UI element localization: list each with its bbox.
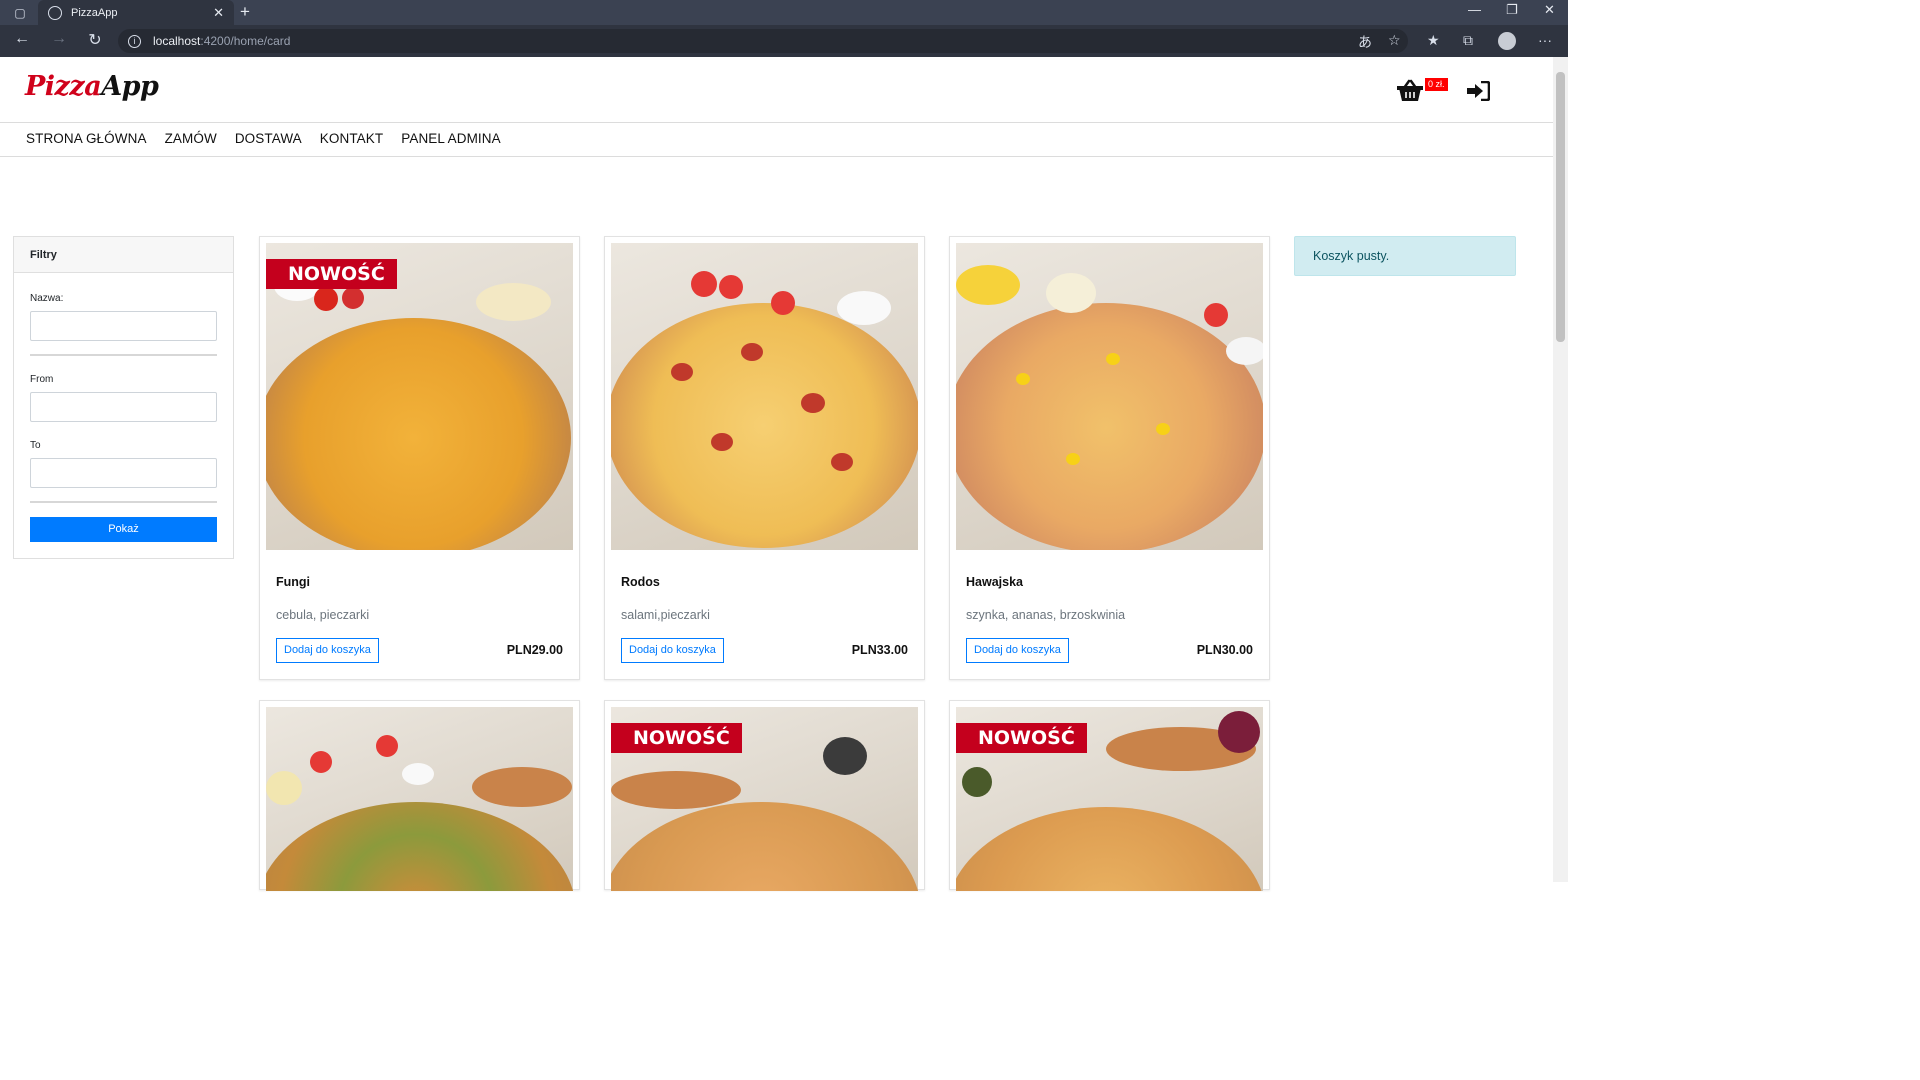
nav-item-contact[interactable]: KONTAKT [320, 131, 383, 146]
logo-part-1: Pizza [25, 71, 102, 102]
product-name: Fungi [276, 575, 311, 589]
add-to-cart-button[interactable]: Dodaj do koszyka [966, 638, 1069, 663]
site-info-icon[interactable]: i [128, 34, 141, 48]
sign-in-icon[interactable] [1466, 81, 1490, 101]
nav-item-admin[interactable]: PANEL ADMINA [401, 131, 500, 146]
collections-icon[interactable]: ⧉ [1463, 32, 1473, 49]
nav-item-delivery[interactable]: DOSTAWA [235, 131, 302, 146]
page-favicon-icon [48, 5, 62, 20]
more-menu-icon[interactable]: ··· [1538, 32, 1552, 48]
scrollbar-thumb[interactable] [1556, 72, 1565, 342]
restore-icon[interactable]: ❐ [1506, 2, 1518, 18]
logo-part-2: App [101, 71, 159, 102]
cart-empty-alert: Koszyk pusty. [1294, 236, 1516, 276]
product-card [259, 700, 580, 891]
product-price: PLN30.00 [1196, 643, 1253, 657]
cart-total-badge: 0 zł. [1425, 78, 1448, 91]
price-from-input[interactable] [30, 392, 217, 422]
product-price: PLN33.00 [851, 643, 908, 657]
product-card-fungi: NOWOŚĆ Fungi cebula, pieczarki Dodaj do … [259, 236, 580, 680]
product-name: Rodos [621, 575, 660, 589]
show-button[interactable]: Pokaż [30, 517, 217, 542]
to-label: To [30, 440, 41, 451]
url-field[interactable]: i localhost:4200/home/card [118, 29, 1408, 53]
close-window-icon[interactable]: ✕ [1544, 2, 1555, 18]
pizza-image [266, 707, 573, 891]
product-description: salami,pieczarki [621, 608, 710, 622]
filters-title: Filtry [14, 237, 233, 273]
product-card: NOWOŚĆ [604, 700, 925, 891]
add-to-cart-button[interactable]: Dodaj do koszyka [276, 638, 379, 663]
browser-tab-bar: ▢ PizzaApp ✕ + — ❐ ✕ [0, 0, 1568, 25]
reload-icon[interactable]: ↻ [84, 30, 106, 50]
from-label: From [30, 374, 54, 385]
pizza-image: NOWOŚĆ [956, 707, 1263, 891]
basket-icon[interactable] [1397, 79, 1423, 103]
nav-divider [0, 156, 1553, 157]
tab-title: PizzaApp [71, 6, 118, 19]
read-aloud-icon[interactable]: あ [1358, 32, 1372, 52]
name-input[interactable] [30, 311, 217, 341]
name-label: Nazwa: [30, 293, 64, 304]
pizza-image: NOWOŚĆ [266, 243, 573, 550]
forward-icon[interactable]: → [48, 30, 70, 48]
nav-item-home[interactable]: STRONA GŁÓWNA [26, 131, 147, 146]
tab-close-icon[interactable]: ✕ [213, 5, 224, 21]
nav-item-order[interactable]: ZAMÓW [165, 131, 217, 146]
add-to-cart-button[interactable]: Dodaj do koszyka [621, 638, 724, 663]
price-to-input[interactable] [30, 458, 217, 488]
pizza-image: NOWOŚĆ [611, 707, 918, 891]
header-divider [0, 122, 1553, 123]
main-nav: STRONA GŁÓWNA ZAMÓW DOSTAWA KONTAKT PANE… [26, 131, 501, 146]
profile-avatar[interactable] [1498, 32, 1516, 50]
favorite-add-icon[interactable]: ☆ [1388, 32, 1401, 49]
new-badge: NOWOŚĆ [611, 723, 742, 753]
product-price: PLN29.00 [506, 643, 563, 657]
filter-separator [30, 354, 217, 356]
product-card: NOWOŚĆ [949, 700, 1270, 891]
product-name: Hawajska [966, 575, 1023, 589]
minimize-icon[interactable]: — [1468, 2, 1481, 17]
product-card-hawajska: Hawajska szynka, ananas, brzoskwinia Dod… [949, 236, 1270, 680]
pizza-image [611, 243, 918, 550]
filter-separator [30, 501, 217, 503]
pizza-image [956, 243, 1263, 550]
app-logo[interactable]: PizzaApp [25, 71, 159, 102]
url-host: localhost [153, 34, 201, 48]
new-badge: NOWOŚĆ [266, 259, 397, 289]
product-description: szynka, ananas, brzoskwinia [966, 608, 1126, 622]
new-badge: NOWOŚĆ [956, 723, 1087, 753]
favorites-icon[interactable]: ★ [1427, 32, 1440, 49]
product-card-rodos: Rodos salami,pieczarki Dodaj do koszyka … [604, 236, 925, 680]
browser-tab[interactable]: PizzaApp ✕ [38, 0, 234, 25]
window-menu-icon[interactable]: ▢ [8, 0, 32, 25]
url-path: :4200/home/card [200, 34, 291, 48]
filters-panel: Filtry Nazwa: From To Pokaż [13, 236, 234, 559]
product-description: cebula, pieczarki [276, 608, 370, 622]
back-icon[interactable]: ← [11, 30, 33, 48]
new-tab-icon[interactable]: + [240, 2, 250, 22]
